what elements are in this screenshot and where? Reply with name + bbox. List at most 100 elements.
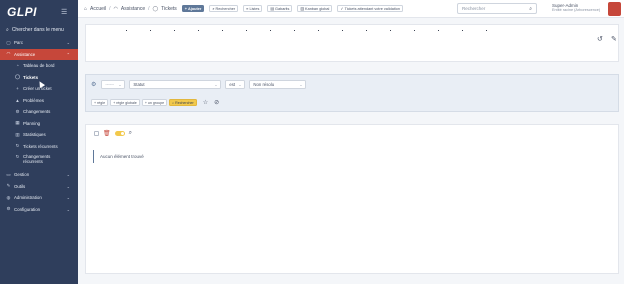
glpi-logo[interactable]: GLPI: [7, 5, 37, 19]
pending-validation-button[interactable]: ✓ Tickets attendant votre validation: [337, 5, 403, 12]
operator-select[interactable]: est ⌄: [225, 80, 246, 89]
add-button[interactable]: + Ajouter: [181, 5, 205, 12]
stats-icon: ▥: [15, 131, 20, 137]
add-global-rule-label: règle globale: [116, 100, 137, 105]
chevron-down-icon: ⌄: [214, 83, 218, 87]
sidebar-item-label: Gestion: [14, 172, 30, 178]
box-icon: ▢: [6, 39, 11, 45]
history-icon[interactable]: ↺: [597, 35, 603, 43]
chevron-down-icon: ⌄: [118, 83, 122, 87]
home-icon: ⌂: [84, 5, 88, 12]
headset-icon: ◠: [113, 5, 118, 12]
search-menu[interactable]: ⌕ Chercher dans le menu: [6, 25, 76, 34]
lists-button-label: Listes: [249, 6, 260, 11]
search-icon: ⌕: [6, 26, 9, 33]
link-select[interactable]: ------ ⌄: [101, 80, 126, 89]
sidebar-item-configuration[interactable]: ⚙ Configuration ⌄: [0, 204, 78, 216]
sidebar-item-recurrent-tickets[interactable]: ↻ Tickets récurrents: [0, 141, 78, 153]
empty-results-text: Aucun élément trouvé: [100, 154, 144, 159]
plus-icon: +: [16, 86, 19, 92]
wallet-icon: ▭: [6, 171, 11, 177]
recurrent-icon: ↻: [15, 154, 20, 159]
sidebar-item-label: Tickets: [23, 74, 39, 80]
results-panel: 🗑 ⌕ Aucun élément trouvé: [85, 124, 619, 274]
tools-icon: ✎: [6, 183, 11, 189]
link-select-value: ------: [105, 82, 114, 87]
user-entity: Entité racine (Arborescence): [552, 8, 601, 12]
sidebar-item-label: Configuration: [14, 206, 41, 212]
sidebar-item-assistance[interactable]: ◠ Assistance ⌃: [0, 48, 78, 60]
sidebar-item-label: Problèmes: [23, 97, 44, 103]
chevron-down-icon: ⌄: [238, 83, 242, 87]
sidebar-item-planning[interactable]: ▦ Planning: [0, 118, 78, 130]
templates-button-label: Gabarits: [275, 6, 290, 11]
sidebar-item-administration[interactable]: ◍ Administration ⌄: [0, 192, 78, 204]
add-group-button[interactable]: + un groupe: [141, 99, 168, 106]
reset-icon[interactable]: ⊘: [214, 99, 219, 106]
search-icon[interactable]: ⌕: [529, 6, 532, 12]
calendar-icon: ▦: [15, 120, 20, 126]
trash-icon[interactable]: 🗑: [103, 130, 111, 137]
alert-icon: ▲: [15, 97, 20, 103]
display-toggle[interactable]: [114, 131, 125, 136]
kanban-button-label: Kanban global: [305, 6, 330, 11]
saved-searches-panel: ↺ ✎: [85, 24, 619, 62]
sidebar-item-recurrent-changes[interactable]: ↻ Changements récurrents: [0, 152, 78, 169]
gear-icon: ⚙: [6, 206, 11, 212]
sidebar-item-label: Changements récurrents: [23, 154, 51, 164]
dashboard-icon: ◔: [16, 63, 19, 69]
kanban-button[interactable]: ▥ Kanban global: [297, 5, 333, 12]
global-search-input[interactable]: Rechercher ⌕: [457, 3, 537, 14]
search-button[interactable]: ⌕ Rechercher: [209, 5, 239, 12]
star-icon[interactable]: ☆: [203, 99, 208, 106]
edit-icon[interactable]: ✎: [611, 35, 617, 43]
sidebar: GLPI ☰ ⌕ Chercher dans le menu ▢ Parc ⌄ …: [0, 0, 78, 284]
value-select[interactable]: Non résolu ⌄: [249, 80, 307, 89]
add-group-label: un groupe: [147, 100, 165, 105]
sidebar-item-outils[interactable]: ✎ Outils ⌄: [0, 181, 78, 193]
add-rule-button[interactable]: + règle: [91, 99, 109, 106]
pending-validation-button-label: Tickets attendant votre validation: [344, 6, 400, 11]
criteria-actions: + règle + règle globale + un groupe ⌕ Re…: [91, 99, 219, 106]
search-button-label: Rechercher: [215, 6, 236, 11]
breadcrumb-tickets[interactable]: Tickets: [161, 6, 177, 12]
chevron-down-icon: ⌄: [66, 195, 70, 201]
gear-icon[interactable]: ⚙: [91, 81, 96, 88]
chevron-down-icon: ⌄: [66, 183, 70, 189]
field-select[interactable]: Statut ⌄: [129, 80, 222, 89]
collapse-menu-icon[interactable]: ☰: [61, 8, 67, 16]
sidebar-item-label: Tickets récurrents: [23, 143, 58, 149]
user-menu[interactable]: Super-Admin Entité racine (Arborescence): [552, 3, 600, 13]
breadcrumb-assistance[interactable]: Assistance: [121, 6, 145, 12]
sidebar-item-label: Planning: [23, 120, 41, 126]
field-select-value: Statut: [133, 82, 145, 87]
sidebar-item-dashboard[interactable]: ◔ Tableau de bord: [0, 60, 78, 72]
sidebar-item-problems[interactable]: ▲ Problèmes: [0, 95, 78, 107]
chevron-down-icon: ⌄: [66, 172, 70, 178]
sidebar-item-changes[interactable]: ⚙ Changements: [0, 106, 78, 118]
sidebar-item-label: Parc: [14, 40, 24, 46]
value-select-value: Non résolu: [253, 82, 275, 87]
sidebar-item-gestion[interactable]: ▭ Gestion ⌄: [0, 169, 78, 181]
add-global-rule-button[interactable]: + règle globale: [110, 99, 140, 106]
ticket-icon: ◯: [14, 74, 21, 80]
main-content: ↺ ✎ ⚙ ------ ⌄ Statut ⌄ est ⌄ Non résolu…: [78, 18, 624, 284]
empty-results-message: Aucun élément trouvé: [93, 150, 612, 163]
search-criteria-panel: ⚙ ------ ⌄ Statut ⌄ est ⌄ Non résolu ⌄ +…: [85, 74, 619, 112]
sidebar-item-parc[interactable]: ▢ Parc ⌄: [0, 37, 78, 49]
nav-menu: ▢ Parc ⌄ ◠ Assistance ⌃ ◔ Tableau de bor…: [0, 37, 78, 215]
chevron-down-icon: ⌄: [66, 206, 70, 212]
search-icon[interactable]: ⌕: [129, 130, 132, 137]
lists-button[interactable]: ≡ Listes: [243, 5, 263, 12]
headset-icon: ◠: [6, 51, 11, 57]
change-icon: ⚙: [15, 108, 20, 114]
templates-button[interactable]: ▤ Gabarits: [267, 5, 293, 12]
avatar[interactable]: [608, 2, 621, 16]
sidebar-item-stats[interactable]: ▥ Statistiques: [0, 129, 78, 141]
run-search-button[interactable]: ⌕ Rechercher: [169, 99, 197, 106]
chevron-up-icon: ⌃: [66, 51, 70, 57]
sidebar-item-label: Créer un ticket: [23, 86, 52, 92]
breadcrumb-home[interactable]: Accueil: [90, 6, 106, 12]
run-search-label: Rechercher: [175, 100, 194, 105]
select-all-checkbox[interactable]: [94, 131, 99, 136]
